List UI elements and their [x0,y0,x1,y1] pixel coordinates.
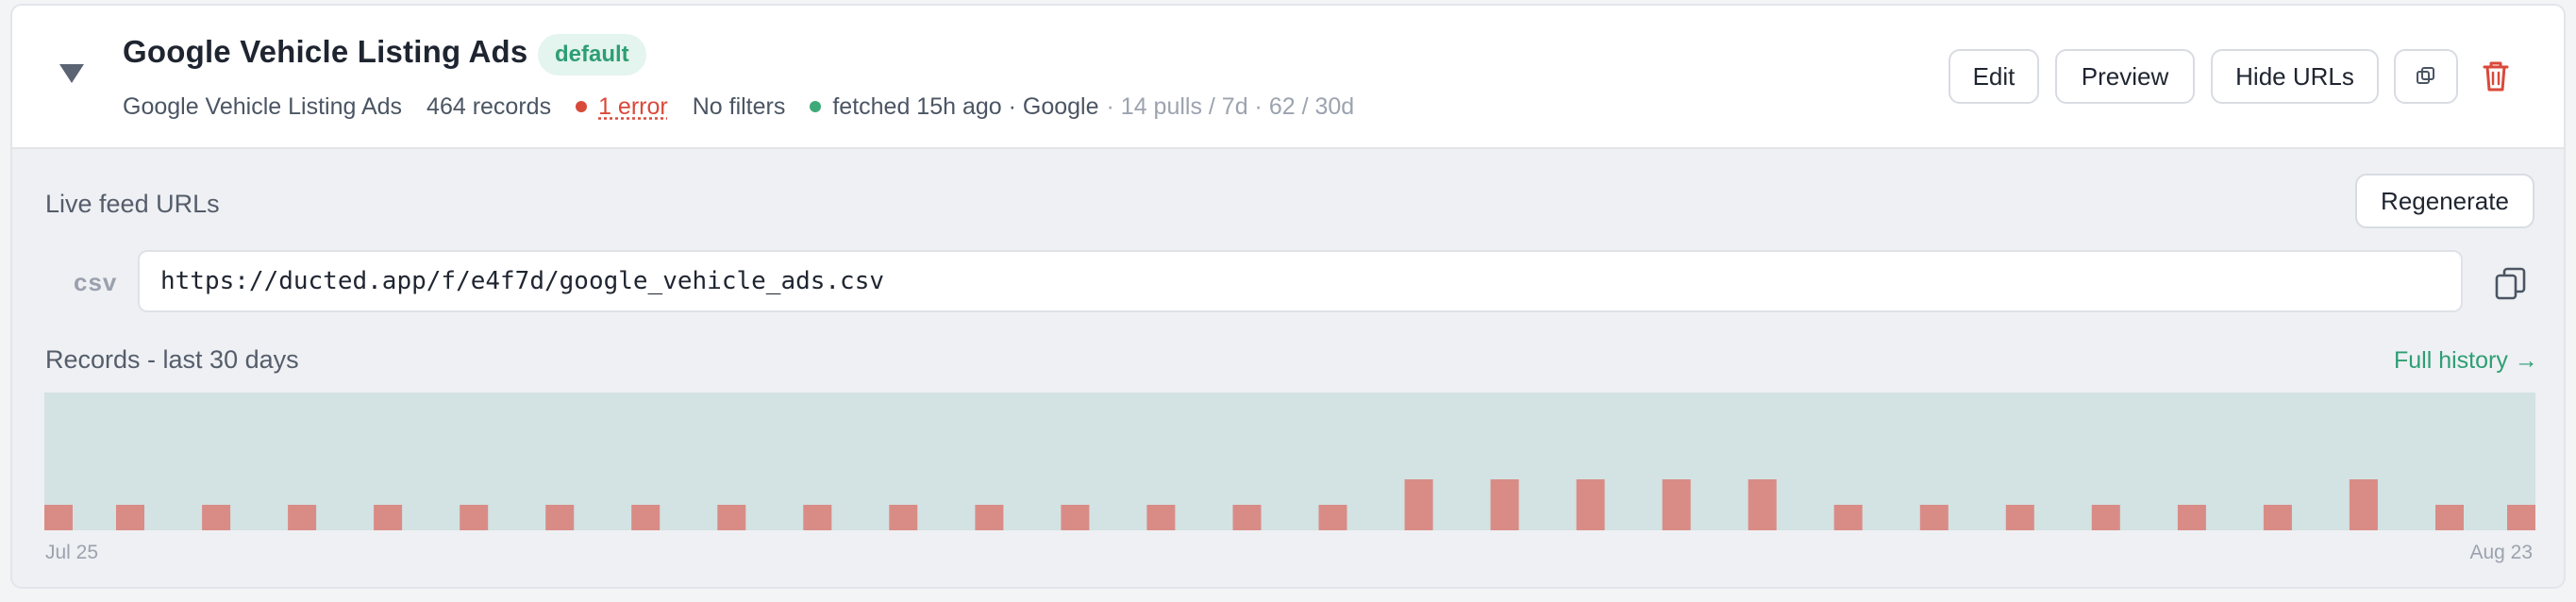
duplicate-button[interactable] [2394,49,2458,104]
error-bar [1318,505,1347,530]
records-chart-label: Records - last 30 days [45,345,299,374]
feed-meta: Google Vehicle Listing Ads 464 records 1… [123,91,1354,123]
triangle-down-icon[interactable] [59,64,84,83]
error-bar [374,505,403,530]
feed-title: Google Vehicle Listing Ads [123,34,528,69]
regenerate-button[interactable]: Regenerate [2355,174,2534,228]
feed-url-field[interactable]: https://ducted.app/f/e4f7d/google_vehicl… [138,250,2463,312]
feed-header: Google Vehicle Listing Ads default Googl… [12,6,2564,149]
delete-button[interactable] [2479,59,2513,94]
feed-card: Google Vehicle Listing Ads default Googl… [10,4,2566,589]
error-bar [631,505,661,530]
error-bar [288,505,317,530]
edit-button[interactable]: Edit [1949,49,2039,104]
feed-source: Google Vehicle Listing Ads [123,92,403,120]
error-bar [2349,479,2378,530]
error-bar [889,505,918,530]
preview-button[interactable]: Preview [2055,49,2195,104]
x-axis-start-label: Jul 25 [45,542,99,563]
error-bar [2005,505,2034,530]
error-bar [44,505,73,530]
error-bar [2091,505,2120,530]
trash-icon [2483,61,2509,92]
hide-urls-button[interactable]: Hide URLs [2211,49,2379,104]
error-bar [803,505,832,530]
error-link[interactable]: 1 error [598,93,668,121]
records-chart [44,393,2535,530]
records-area [44,393,2535,530]
status-dot-icon [810,101,822,112]
error-bar [460,505,489,530]
error-bar [1061,505,1090,530]
filters-status: No filters [692,92,786,120]
error-bar [1490,479,1519,530]
error-bar [2263,505,2292,530]
duplicate-icon [2417,67,2434,84]
record-count: 464 records [427,92,552,120]
error-bar [2177,505,2206,530]
error-dot-icon [576,101,588,112]
copy-icon[interactable] [2492,265,2530,303]
error-bar [2507,505,2535,530]
format-label: csv [74,268,118,296]
error-bar [1748,479,1777,530]
pull-stats: · 14 pulls / 7d · 62 / 30d [1106,92,1355,120]
error-bar [1576,479,1605,530]
full-history-link[interactable]: Full history → [2394,347,2538,375]
error-bar [545,505,575,530]
fetch-status: fetched 15h ago · Google [832,92,1099,120]
default-badge: default [538,34,646,75]
x-axis-end-label: Aug 23 [2469,542,2533,563]
error-bar [116,505,144,530]
error-bar [1404,479,1433,530]
error-bar [1919,505,1949,530]
error-bar [1232,505,1262,530]
error-bar [1146,505,1176,530]
error-bar [202,505,231,530]
error-bar [1833,505,1863,530]
error-bar [2435,505,2464,530]
error-bar [975,505,1004,530]
live-urls-label: Live feed URLs [45,190,220,218]
error-bar [717,505,746,530]
error-bar [1662,479,1691,530]
